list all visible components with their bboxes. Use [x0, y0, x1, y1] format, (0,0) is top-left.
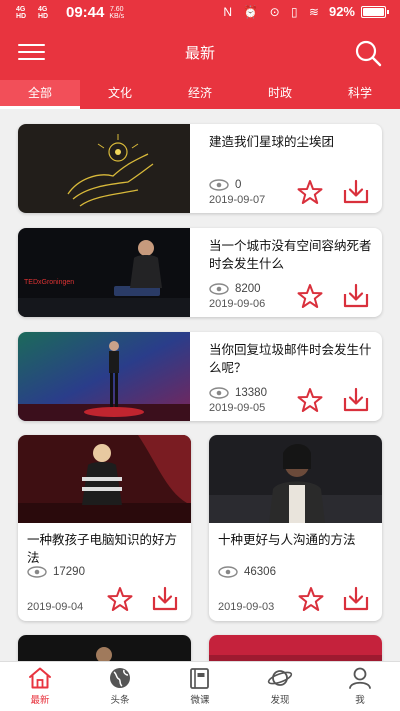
nav-label: 最新 [30, 695, 50, 706]
battery-level-fill [363, 7, 384, 16]
eye-icon [209, 387, 229, 399]
nav-label: 头条 [110, 695, 130, 706]
book-icon [190, 668, 209, 689]
view-count-value: 0 [235, 179, 242, 191]
app-header: 4G HD 4G HD 09:44 7.60 KB/s N ⏰ ⊙ ▯ ≋ 92… [0, 0, 400, 109]
publish-date: 2019-09-04 [27, 601, 84, 613]
nav-item-headlines[interactable]: 头条 [80, 666, 160, 706]
nav-item-me[interactable]: 我 [320, 666, 400, 706]
eye-icon [209, 179, 229, 191]
menu-icon-bar-top [18, 44, 45, 46]
publish-date: 2019-09-07 [209, 194, 266, 206]
network-speed-unit: KB/s [109, 12, 125, 20]
video-title: 十种更好与人沟通的方法 [218, 533, 356, 547]
planet-icon [267, 670, 293, 686]
menu-icon-bar-bottom [18, 58, 45, 60]
view-count-value: 17290 [53, 566, 85, 578]
favorite-star-icon[interactable] [296, 282, 324, 310]
publish-date: 2019-09-06 [209, 298, 266, 310]
network-speed: 7.60 KB/s [109, 6, 124, 20]
video-title: 当一个城市没有空间容纳死者时会发生什么 [209, 239, 372, 271]
video-card[interactable]: 一种教孩子电脑知识的好方法 17290 2019-09-04 [18, 435, 191, 621]
menu-icon-bar-middle [18, 51, 45, 53]
nav-item-discover[interactable]: 发现 [240, 666, 320, 706]
home-icon [29, 667, 51, 689]
eye-icon [27, 566, 47, 578]
battery-percent: 92% [328, 4, 355, 19]
status-bar: 4G HD 4G HD 09:44 7.60 KB/s N ⏰ ⊙ ▯ ≋ 92… [0, 0, 400, 26]
video-thumbnail [18, 124, 190, 213]
nav-label: 微课 [190, 695, 210, 706]
tab-politics[interactable]: 时政 [240, 80, 320, 109]
view-count-value: 8200 [235, 283, 261, 295]
nav-label: 我 [355, 695, 365, 706]
download-icon[interactable] [151, 585, 179, 613]
user-icon [349, 667, 371, 689]
video-thumbnail: TEDxGroningen [18, 228, 190, 317]
battery-icon [361, 5, 389, 18]
favorite-star-icon[interactable] [106, 585, 134, 613]
menu-button[interactable] [18, 42, 45, 62]
view-count: 17290 [27, 566, 85, 578]
download-icon[interactable] [342, 386, 370, 414]
network-speed-value: 7.60 [109, 5, 124, 13]
view-count-value: 13380 [235, 387, 267, 399]
view-count: 46306 [218, 566, 276, 578]
video-card[interactable]: 当你回复垃圾邮件时会发生什么呢？ 13380 2019-09-05 [18, 332, 382, 421]
bottom-navigation: 最新 头条 微课 发现 我 [0, 661, 400, 711]
eye-icon [209, 283, 229, 295]
nav-item-microcourse[interactable]: 微课 [160, 666, 240, 706]
view-count-value: 46306 [244, 566, 276, 578]
signal-indicator-1: 4G HD [16, 5, 27, 20]
status-icons: N ⏰ ⊙ ▯ ≋ [223, 4, 323, 19]
download-icon[interactable] [342, 178, 370, 206]
favorite-star-icon[interactable] [296, 386, 324, 414]
publish-date: 2019-09-05 [209, 402, 266, 414]
video-title: 建造我们星球的尘埃团 [209, 135, 335, 149]
tab-culture[interactable]: 文化 [80, 80, 160, 109]
category-tabs: 全部 文化 经济 时政 科学 [0, 80, 400, 109]
tab-all[interactable]: 全部 [0, 80, 80, 109]
view-count: 13380 [209, 387, 267, 399]
download-icon[interactable] [342, 282, 370, 310]
status-time: 09:44 [66, 4, 105, 21]
page-title: 最新 [184, 45, 215, 62]
eye-icon [218, 566, 238, 578]
nav-label: 发现 [270, 695, 290, 706]
video-title: 一种教孩子电脑知识的好方法 [27, 533, 178, 565]
video-thumbnail [18, 435, 191, 523]
video-card[interactable]: 十种更好与人沟通的方法 46306 2019-09-03 [209, 435, 382, 621]
view-count: 8200 [209, 283, 261, 295]
thumbnail-caption: TEDxGroningen [24, 279, 74, 286]
download-icon[interactable] [342, 585, 370, 613]
video-thumbnail [209, 435, 382, 523]
globe-icon [110, 668, 130, 688]
video-card[interactable]: 建造我们星球的尘埃团 0 2019-09-07 [18, 124, 382, 213]
video-thumbnail [18, 332, 190, 421]
tab-science[interactable]: 科学 [320, 80, 400, 109]
video-card[interactable]: TEDxGroningen 当一个城市没有空间容纳死者时会发生什么 8200 2… [18, 228, 382, 317]
tab-economy[interactable]: 经济 [160, 80, 240, 109]
publish-date: 2019-09-03 [218, 601, 275, 613]
search-icon[interactable] [354, 39, 382, 67]
view-count: 0 [209, 179, 241, 191]
nav-item-latest[interactable]: 最新 [0, 666, 80, 706]
favorite-star-icon[interactable] [297, 585, 325, 613]
video-title: 当你回复垃圾邮件时会发生什么呢？ [209, 343, 372, 375]
favorite-star-icon[interactable] [296, 178, 324, 206]
signal-indicator-2: 4G HD [38, 5, 49, 20]
